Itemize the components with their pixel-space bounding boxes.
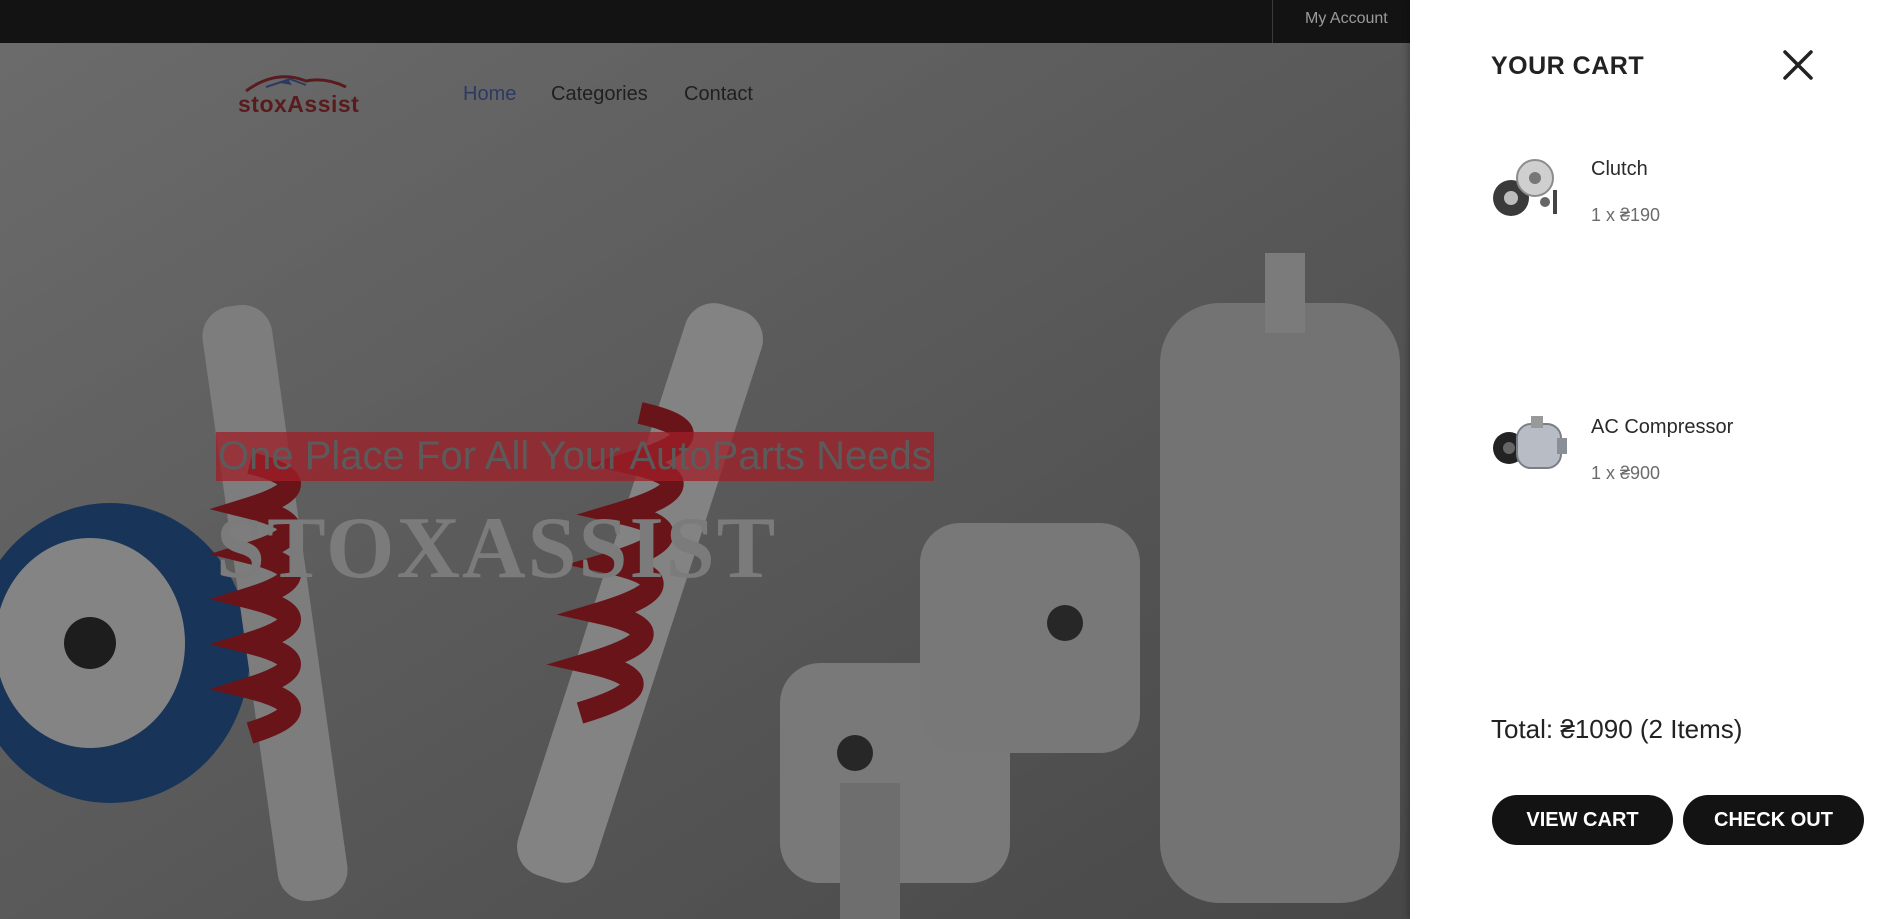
hero-tagline: One Place For All Your AutoParts Needs — [216, 432, 934, 481]
view-cart-button[interactable]: VIEW CART — [1492, 795, 1673, 845]
nav-contact[interactable]: Contact — [684, 83, 753, 106]
close-icon[interactable] — [1781, 48, 1815, 82]
topbar-divider — [1272, 0, 1273, 43]
cart-title: YOUR CART — [1491, 52, 1645, 80]
cart-total: Total: ₴1090 (2 Items) — [1491, 714, 1743, 744]
clutch-kit-icon[interactable] — [1491, 156, 1571, 222]
checkout-button[interactable]: CHECK OUT — [1683, 795, 1864, 845]
top-bar: My Account — [0, 0, 1410, 43]
cart-item-name[interactable]: Clutch — [1591, 158, 1648, 181]
cart-drawer: YOUR CART Clutch 1 x ₴190 AC Compressor … — [1410, 0, 1889, 919]
logo-text[interactable]: stoxAssist — [238, 91, 359, 118]
my-account-link[interactable]: My Account — [1305, 10, 1388, 28]
hero-brand-title: STOXASSIST — [216, 500, 778, 597]
nav-home[interactable]: Home — [463, 83, 516, 106]
site-header: stoxAssist Home Categories Contact — [0, 43, 1410, 153]
cart-item-qty-price: 1 x ₴900 — [1591, 463, 1661, 483]
cart-item-qty-price: 1 x ₴190 — [1591, 205, 1661, 225]
nav-categories[interactable]: Categories — [551, 83, 648, 106]
storefront-page: My Account stoxAssist Home Categories Co… — [0, 0, 1410, 919]
ac-compressor-icon[interactable] — [1491, 410, 1571, 476]
cart-item-name[interactable]: AC Compressor — [1591, 416, 1733, 439]
